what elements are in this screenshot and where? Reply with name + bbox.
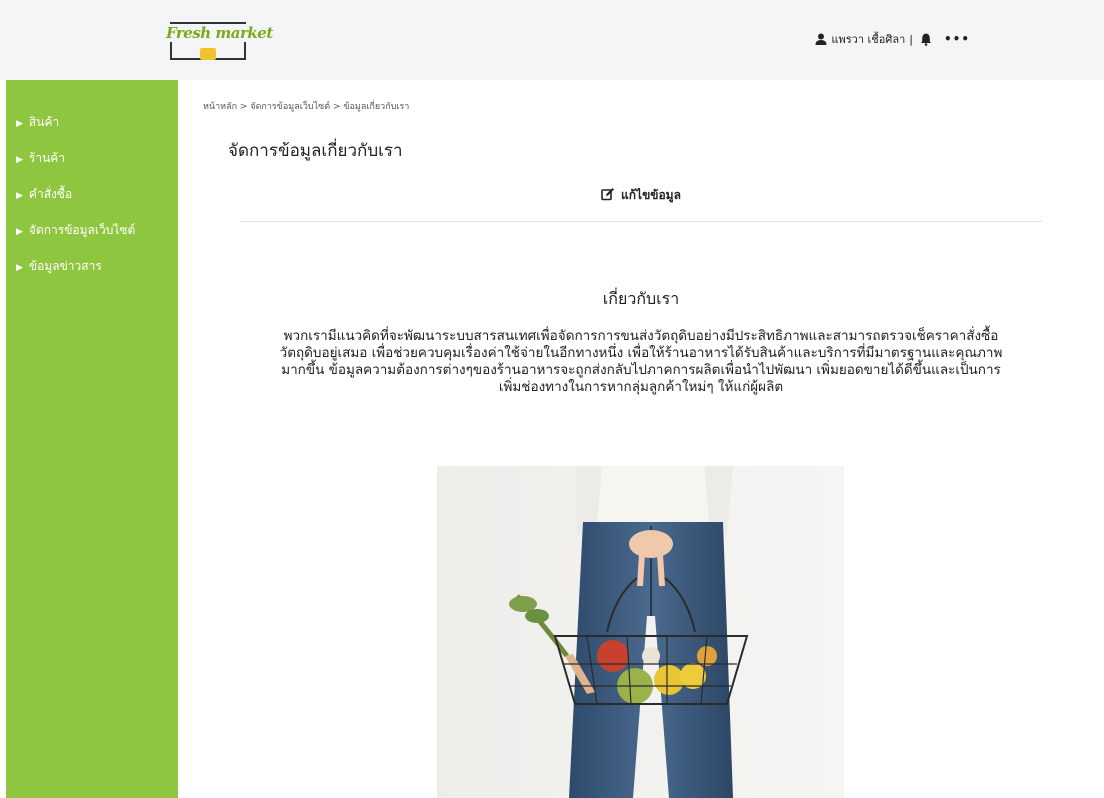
triangle-right-icon: ▶ <box>16 119 23 129</box>
triangle-right-icon: ▶ <box>16 191 23 201</box>
about-heading: เกี่ยวกับเรา <box>602 289 680 308</box>
more-options-button[interactable]: ••• <box>944 32 970 46</box>
header-separator: | <box>909 32 913 46</box>
sidebar-item-label: สินค้า <box>28 115 60 129</box>
sidebar-item-orders[interactable]: ▶ คำสั่งซื้อ <box>6 184 178 220</box>
about-description: พวกเรามีแนวคิดที่จะพัฒนาระบบสารสนเทศเพื่… <box>279 328 1003 395</box>
basket-icon <box>200 48 216 60</box>
user-icon <box>815 33 827 45</box>
user-name[interactable]: แพรวา เชื้อศิลา <box>831 30 905 48</box>
sidebar-item-label: ร้านค้า <box>28 151 66 165</box>
triangle-right-icon: ▶ <box>16 155 23 165</box>
sidebar-item-news[interactable]: ▶ ข้อมูลข่าวสาร <box>6 256 178 292</box>
triangle-right-icon: ▶ <box>16 263 23 273</box>
sidebar-item-label: ข้อมูลข่าวสาร <box>28 259 102 273</box>
edit-data-label: แก้ไขข้อมูล <box>621 188 681 202</box>
top-bar: Fresh market แพรวา เชื้อศิลา | ••• <box>0 0 1104 80</box>
user-area: แพรวา เชื้อศิลา | ••• <box>814 30 970 48</box>
edit-data-button[interactable]: แก้ไขข้อมูล <box>240 186 1042 205</box>
sidebar-item-products[interactable]: ▶ สินค้า <box>6 112 178 148</box>
divider <box>240 221 1042 222</box>
sidebar-item-stores[interactable]: ▶ ร้านค้า <box>6 148 178 184</box>
triangle-right-icon: ▶ <box>16 227 23 237</box>
bell-icon[interactable] <box>919 32 933 46</box>
about-image <box>437 466 844 798</box>
sidebar: ▶ สินค้า ▶ ร้านค้า ▶ คำสั่งซื้อ ▶ จัดการข้อม… <box>6 80 178 798</box>
sidebar-item-label: จัดการข้อมูลเว็บไซต์ <box>28 223 136 237</box>
sidebar-item-label: คำสั่งซื้อ <box>28 187 73 201</box>
logo-text: Fresh market <box>164 24 273 42</box>
sidebar-item-website-management[interactable]: ▶ จัดการข้อมูลเว็บไซต์ <box>6 220 178 256</box>
person-holding-vegetable-basket-image <box>437 466 844 798</box>
edit-icon <box>601 188 615 201</box>
fresh-market-logo[interactable]: Fresh market <box>164 18 273 64</box>
page-title: จัดการข้อมูลเกี่ยวกับเรา <box>228 141 403 161</box>
breadcrumb[interactable]: หน้าหลัก > จัดการข้อมูลเว็บไซต์ > ข้อมูล… <box>203 99 409 113</box>
